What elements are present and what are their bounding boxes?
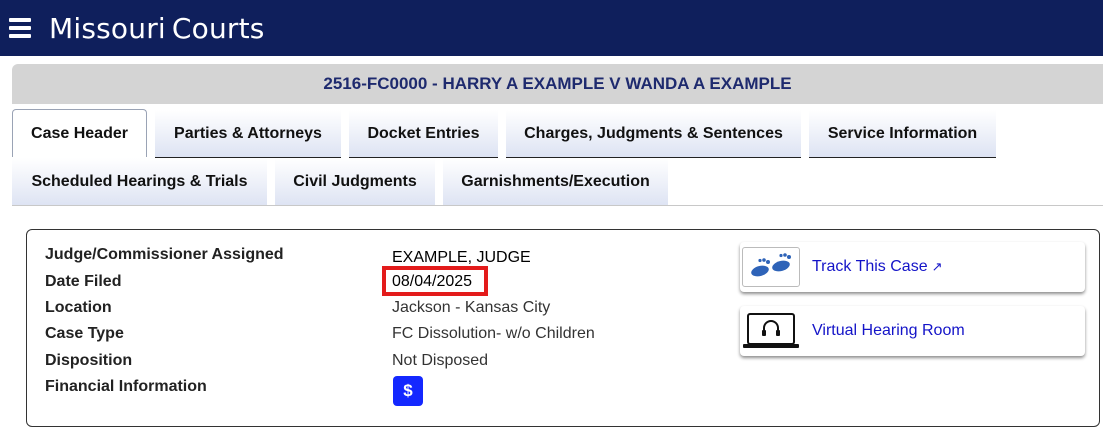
brand-missouri: Missouri [49, 11, 166, 45]
tab-divider [12, 205, 1103, 206]
disposition-value: Not Disposed [392, 352, 489, 369]
external-link-icon: ↗ [931, 259, 943, 274]
judge-value: EXAMPLE, JUDGE [392, 249, 531, 266]
tab-scheduled-hearings-trials[interactable]: Scheduled Hearings & Trials [12, 158, 267, 206]
detail-row-location: Location Jackson - Kansas City [45, 299, 550, 317]
tab-parties-attorneys[interactable]: Parties & Attorneys [155, 110, 341, 158]
tab-docket-entries[interactable]: Docket Entries [349, 110, 498, 158]
financial-label: Financial Information [45, 378, 207, 395]
financial-dollar-icon[interactable]: $ [393, 376, 423, 406]
case-header-panel: Judge/Commissioner Assigned EXAMPLE, JUD… [26, 229, 1100, 427]
tab-service-information[interactable]: Service Information [809, 110, 996, 158]
track-this-case-button[interactable]: Track This Case ↗ [740, 242, 1085, 292]
case-type-value: FC Dissolution- w/o Children [392, 325, 595, 342]
detail-row-financial: Financial Information [45, 378, 392, 396]
tab-civil-judgments[interactable]: Civil Judgments [275, 158, 435, 206]
track-this-case-text: Track This Case [812, 258, 928, 275]
location-label: Location [45, 299, 112, 316]
tab-garnishments-execution[interactable]: Garnishments/Execution [443, 158, 668, 206]
location-value: Jackson - Kansas City [392, 299, 551, 316]
detail-row-case-type: Case Type FC Dissolution- w/o Children [45, 325, 595, 343]
case-title: 2516-FC0000 - HARRY A EXAMPLE V WANDA A … [12, 64, 1103, 104]
site-brand[interactable]: Missouri Courts [49, 12, 265, 45]
track-this-case-label: Track This Case ↗ [812, 258, 943, 276]
detail-row-disposition: Disposition Not Disposed [45, 352, 488, 370]
virtual-hearing-room-label: Virtual Hearing Room [812, 322, 965, 339]
main-content: 2516-FC0000 - HARRY A EXAMPLE V WANDA A … [0, 56, 1103, 444]
hamburger-menu-icon[interactable] [9, 18, 31, 38]
date-filed-highlight [382, 266, 488, 296]
virtual-hearing-room-button[interactable]: Virtual Hearing Room [740, 306, 1085, 356]
tab-charges-judgments-sentences[interactable]: Charges, Judgments & Sentences [506, 110, 801, 158]
tab-bar: Case Header Parties & Attorneys Docket E… [12, 108, 1103, 206]
disposition-label: Disposition [45, 352, 133, 369]
date-filed-label: Date Filed [45, 273, 122, 290]
brand-courts: Courts [171, 11, 265, 45]
case-type-label: Case Type [45, 325, 124, 342]
judge-label: Judge/Commissioner Assigned [45, 246, 284, 263]
top-navbar: Missouri Courts [0, 0, 1103, 56]
detail-row-judge: Judge/Commissioner Assigned EXAMPLE, JUD… [45, 246, 531, 267]
laptop-headphones-icon [742, 311, 800, 351]
footprints-icon [742, 247, 800, 287]
tab-case-header[interactable]: Case Header [12, 109, 147, 157]
